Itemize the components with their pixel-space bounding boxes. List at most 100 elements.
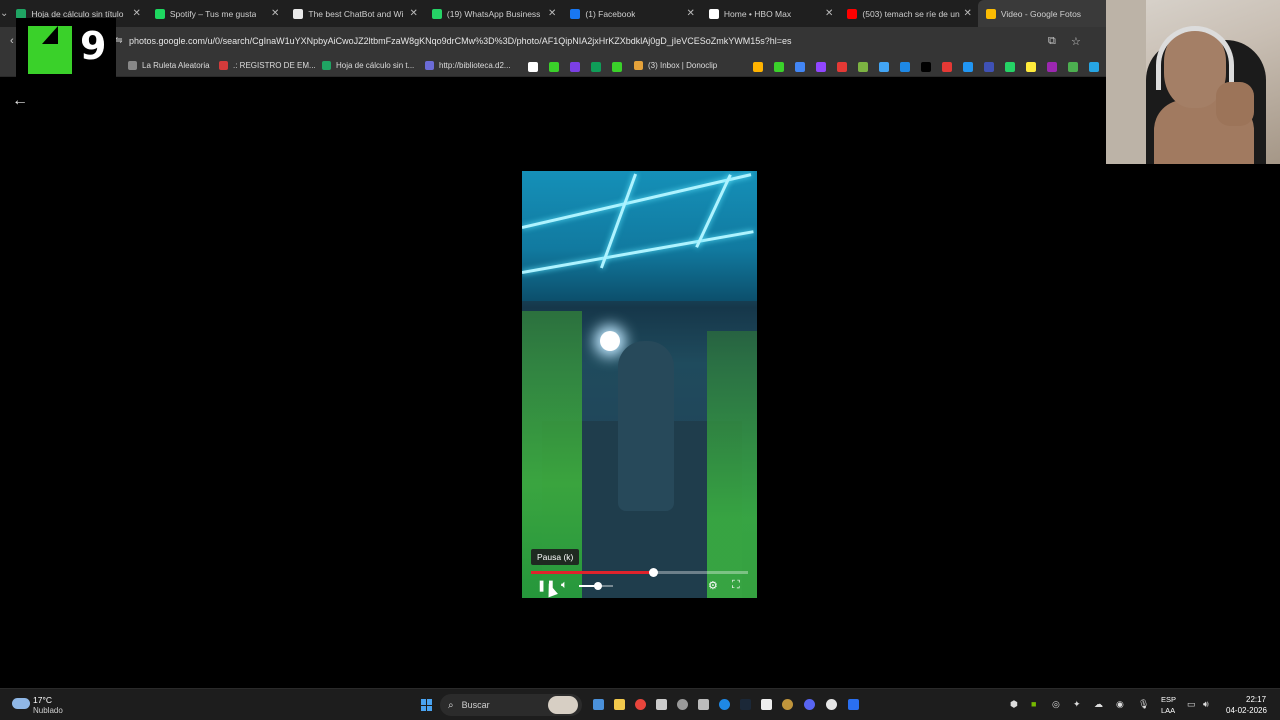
browser-tab[interactable]: (19) WhatsApp Business ✕ <box>424 0 563 27</box>
bookmark-shortcut-icon[interactable] <box>942 62 952 72</box>
app-icon-4[interactable] <box>761 699 772 710</box>
bookmark-shortcut-icon[interactable] <box>612 62 622 72</box>
person-figure <box>618 341 674 511</box>
progress-bar[interactable] <box>531 568 748 577</box>
bookmark-shortcut-icon[interactable] <box>591 62 601 72</box>
bookmark-favicon-icon <box>128 61 137 70</box>
video-player[interactable] <box>522 171 757 598</box>
bookmark-shortcut-icon[interactable] <box>1068 62 1078 72</box>
network-icon[interactable]: ▭ <box>1187 699 1196 710</box>
arrow-left-icon[interactable]: ← <box>12 92 28 110</box>
progress-knob[interactable] <box>648 568 658 577</box>
tray-icon-3[interactable]: ✦ <box>1073 699 1081 710</box>
bookmark-shortcut-icon[interactable] <box>858 62 868 72</box>
steam-icon[interactable] <box>740 699 751 710</box>
bookmark-item[interactable]: .: REGISTRO DE EM... <box>219 61 316 70</box>
speaker-icon[interactable]: 🔊︎ <box>1203 699 1209 710</box>
close-icon[interactable]: ✕ <box>410 8 418 19</box>
bookmark-item[interactable]: (3) Inbox | Donoclip <box>634 61 717 70</box>
back-nav-icon[interactable]: ‹ <box>10 35 14 47</box>
tab-title: (1) Facebook <box>585 8 636 19</box>
volume-icon[interactable]: 🔈︎ <box>561 579 568 592</box>
tab-title: (19) WhatsApp Business <box>446 8 541 19</box>
bookmark-shortcut-icon[interactable] <box>1026 62 1036 72</box>
app-icon-1[interactable] <box>656 699 667 710</box>
bookmark-shortcut-icon[interactable] <box>963 62 973 72</box>
close-icon[interactable]: ✕ <box>271 8 279 19</box>
microphone-icon[interactable]: 🎙︎ <box>1138 699 1149 710</box>
bookmark-shortcut-icon[interactable] <box>984 62 994 72</box>
tab-favicon-icon <box>570 8 581 19</box>
browser-tab[interactable]: Video - Google Fotos <box>977 0 1117 27</box>
nvidia-icon[interactable]: ■ <box>1031 699 1036 709</box>
clock-date[interactable]: 04-02-2026 <box>1226 706 1267 715</box>
chrome-icon[interactable] <box>635 699 646 710</box>
settings-gear-icon[interactable]: ⚙ <box>708 579 718 592</box>
app-icon-6[interactable] <box>826 699 837 710</box>
close-icon[interactable]: ✕ <box>133 8 141 19</box>
bookmark-star-icon[interactable]: ☆ <box>1071 35 1081 48</box>
cloud-icon[interactable] <box>12 698 30 709</box>
bookmark-shortcut-icon[interactable] <box>816 62 826 72</box>
task-view-icon[interactable] <box>593 699 604 710</box>
bookmark-shortcut-icon[interactable] <box>921 62 931 72</box>
language-code[interactable]: ESP <box>1161 695 1176 704</box>
app-icon-3[interactable] <box>698 699 709 710</box>
close-icon[interactable]: ✕ <box>687 8 695 19</box>
bookmark-shortcut-icon[interactable] <box>837 62 847 72</box>
fullscreen-icon[interactable]: ⛶ <box>732 579 740 592</box>
tab-favicon-icon <box>847 8 858 19</box>
edge-icon[interactable] <box>719 699 730 710</box>
bookmark-shortcut-icon[interactable] <box>528 62 538 72</box>
app-icon-2[interactable] <box>677 699 688 710</box>
bookmark-shortcut-icon[interactable] <box>1047 62 1057 72</box>
bookmark-shortcut-icon[interactable] <box>900 62 910 72</box>
bookmark-shortcut-icon[interactable] <box>795 62 805 72</box>
tab-title: Home • HBO Max <box>723 8 792 19</box>
install-app-icon[interactable]: ⧉ <box>1048 35 1056 48</box>
browser-tab[interactable]: The best ChatBot and Wi ✕ <box>285 0 424 27</box>
bookmark-shortcut-icon[interactable] <box>879 62 889 72</box>
weather-temperature[interactable]: 17°C <box>33 695 52 705</box>
file-explorer-icon[interactable] <box>614 699 625 710</box>
bookmark-item[interactable]: http://biblioteca.d2... <box>425 61 511 70</box>
tray-icon-1[interactable]: ⬢ <box>1010 699 1018 710</box>
keyboard-layout[interactable]: LAA <box>1161 706 1175 715</box>
taskbar-search[interactable]: ⌕ Buscar <box>440 694 582 716</box>
tab-search-button[interactable]: ⌄ <box>0 0 8 27</box>
url-field[interactable]: photos.google.com/u/0/search/CgInaW1uYXN… <box>129 36 792 46</box>
channel-logo: 9 <box>16 18 116 82</box>
weather-condition[interactable]: Nublado <box>33 706 63 715</box>
volume-knob[interactable] <box>593 582 602 590</box>
tabs-container: Hoja de cálculo sin título ✕ Spotify – Tus… <box>8 0 1117 27</box>
bookmark-shortcut-icon[interactable] <box>570 62 580 72</box>
gym-equipment-right <box>707 331 757 598</box>
bookmark-label: Hoja de cálculo sin t... <box>336 61 415 70</box>
bookmark-shortcut-icon[interactable] <box>1005 62 1015 72</box>
browser-tab[interactable]: Home • HBO Max ✕ <box>701 0 840 27</box>
tray-icon-4[interactable]: ☁ <box>1094 699 1103 710</box>
close-icon[interactable]: ✕ <box>548 8 556 19</box>
browser-tab[interactable]: (503) temach se ríe de un ✕ <box>839 0 978 27</box>
browser-tab[interactable]: (1) Facebook ✕ <box>562 0 701 27</box>
tab-title: Spotify – Tus me gusta <box>169 8 257 19</box>
tray-icon-5[interactable]: ◉ <box>1116 699 1124 710</box>
bookmark-item[interactable]: Hoja de cálculo sin t... <box>322 61 414 70</box>
discord-icon[interactable] <box>804 699 815 710</box>
tray-icon-2[interactable]: ◎ <box>1052 699 1060 710</box>
bookmark-item[interactable]: La Ruleta Aleatoria <box>128 61 210 70</box>
clock-time[interactable]: 22:17 <box>1246 695 1266 704</box>
bookmark-shortcut-icon[interactable] <box>774 62 784 72</box>
app-icon-5[interactable] <box>782 699 793 710</box>
webcam-overlay <box>1106 0 1280 164</box>
bookmark-shortcut-icon[interactable] <box>549 62 559 72</box>
site-info-icon[interactable]: ⇋ <box>115 35 123 46</box>
windows-start-icon[interactable] <box>421 699 433 711</box>
bookmark-shortcut-icon[interactable] <box>1089 62 1099 72</box>
bookmark-shortcut-icon[interactable] <box>753 62 763 72</box>
volume-slider[interactable] <box>579 582 613 590</box>
app-icon-7[interactable] <box>848 699 859 710</box>
close-icon[interactable]: ✕ <box>964 8 972 19</box>
browser-tab[interactable]: Spotify – Tus me gusta ✕ <box>147 0 286 27</box>
close-icon[interactable]: ✕ <box>825 8 833 19</box>
